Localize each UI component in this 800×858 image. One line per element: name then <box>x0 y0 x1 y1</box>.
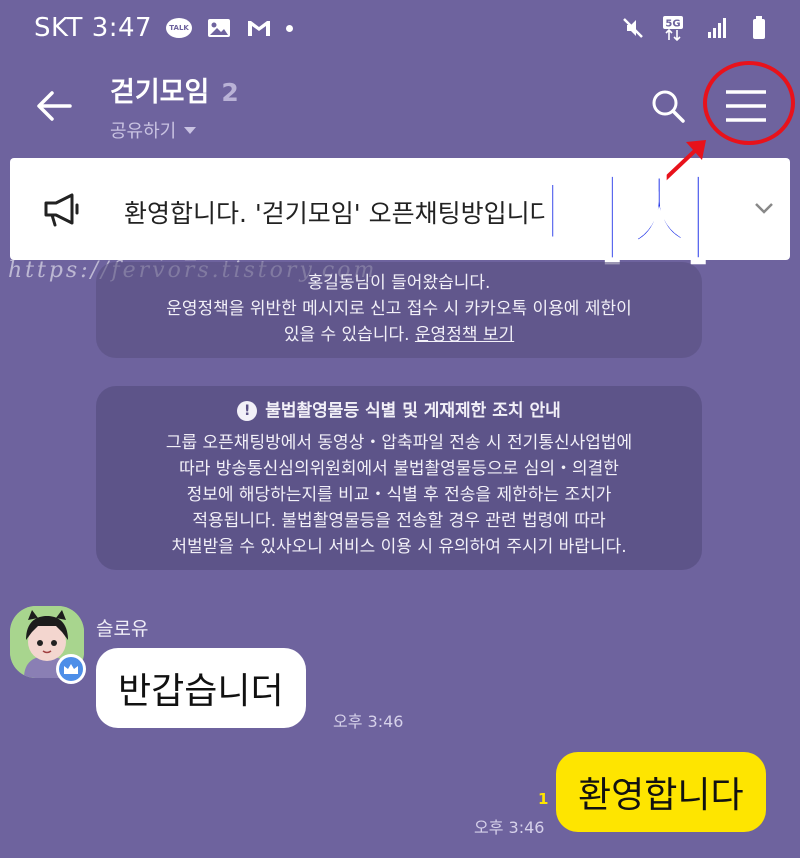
policy-link[interactable]: 운영정책 보기 <box>415 325 514 345</box>
policy-line: 그룹 오픈채팅방에서 동영상・압축파일 전송 시 전기통신사업법에 <box>165 433 633 453</box>
system-message-policy: ! 불법촬영물등 식별 및 게재제한 조치 안내 그룹 오픈채팅방에서 동영상・… <box>96 386 702 570</box>
policy-line: 따라 방송통신심의위원회에서 불법촬영물등으로 심의・의결한 <box>179 459 619 479</box>
talk-icon-text: TALK <box>166 18 193 38</box>
search-button[interactable] <box>646 84 690 128</box>
clock-label: 3:47 <box>91 13 153 43</box>
host-badge <box>56 654 86 684</box>
chat-room-title: 걷기모임 <box>110 77 210 108</box>
join-line-3: 있을 수 있습니다. <box>283 325 410 345</box>
policy-title-row: ! 불법촬영물등 식별 및 게재제한 조치 안내 <box>96 398 702 424</box>
network-5g-icon: 5G <box>662 16 688 41</box>
battery-icon <box>746 16 772 39</box>
share-dropdown[interactable]: 공유하기 <box>110 117 239 143</box>
mute-icon <box>620 17 646 39</box>
chevron-down-icon <box>184 126 197 134</box>
status-bar: SKT 3:47 TALK 5G <box>0 0 800 56</box>
notice-text: 환영합니다. '걷기모임' 오픈채팅방입니다. <box>124 199 561 228</box>
touch-annotation-label: 터치 <box>538 164 717 276</box>
signal-icon <box>704 17 730 39</box>
policy-line: 적용됩니다. 불법촬영물등을 전송할 경우 관련 법령에 따라 <box>192 511 606 531</box>
message-text: 환영합니다 <box>578 775 744 816</box>
chevron-down-icon[interactable] <box>752 196 776 220</box>
message-time: 오후 3:46 <box>333 712 404 731</box>
chat-title-area[interactable]: 걷기모임 2 공유하기 <box>110 70 239 143</box>
share-label: 공유하기 <box>110 121 177 142</box>
sender-name: 슬로유 <box>96 618 149 640</box>
unread-count: 1 <box>538 790 549 808</box>
outgoing-message-bubble[interactable]: 환영합니다 <box>556 752 766 832</box>
incoming-message-bubble[interactable]: 반갑습니더 <box>96 648 306 728</box>
system-message-join: 홍길동님이 들어왔습니다. 운영정책을 위반한 메시지로 신고 접수 시 카카오… <box>96 262 702 358</box>
status-time: SKT 3:47 <box>34 13 152 43</box>
megaphone-icon <box>44 193 79 227</box>
menu-highlight-circle <box>703 61 795 145</box>
more-notifications-dot <box>286 24 294 32</box>
join-line-3-wrap: 있을 수 있습니다. 운영정책 보기 <box>96 322 702 348</box>
kakaotalk-notification-icon: TALK <box>166 17 193 39</box>
search-icon <box>652 90 685 123</box>
join-line-1: 홍길동님이 들어왔습니다. <box>307 273 491 293</box>
member-count: 2 <box>221 78 239 107</box>
join-line-2: 운영정책을 위반한 메시지로 신고 접수 시 카카오톡 이용에 제한이 <box>166 299 632 319</box>
carrier-label: SKT <box>34 13 83 43</box>
message-text: 반갑습니더 <box>118 671 284 712</box>
back-arrow-icon <box>37 91 72 121</box>
back-button[interactable] <box>32 84 76 128</box>
crown-icon <box>64 664 78 674</box>
policy-line: 처벌받을 수 있사오니 서비스 이용 시 유의하여 주시기 바랍니다. <box>171 537 627 557</box>
warning-icon: ! <box>237 401 258 421</box>
gmail-notification-icon <box>246 17 272 39</box>
policy-line: 정보에 해당하는지를 비교・식별 후 전송을 제한하는 조치가 <box>186 485 612 505</box>
message-time: 오후 3:46 <box>474 818 545 837</box>
svg-text:5G: 5G <box>665 19 680 30</box>
policy-title: 불법촬영물등 식별 및 게재제한 조치 안내 <box>265 401 561 421</box>
gallery-notification-icon <box>206 17 232 39</box>
